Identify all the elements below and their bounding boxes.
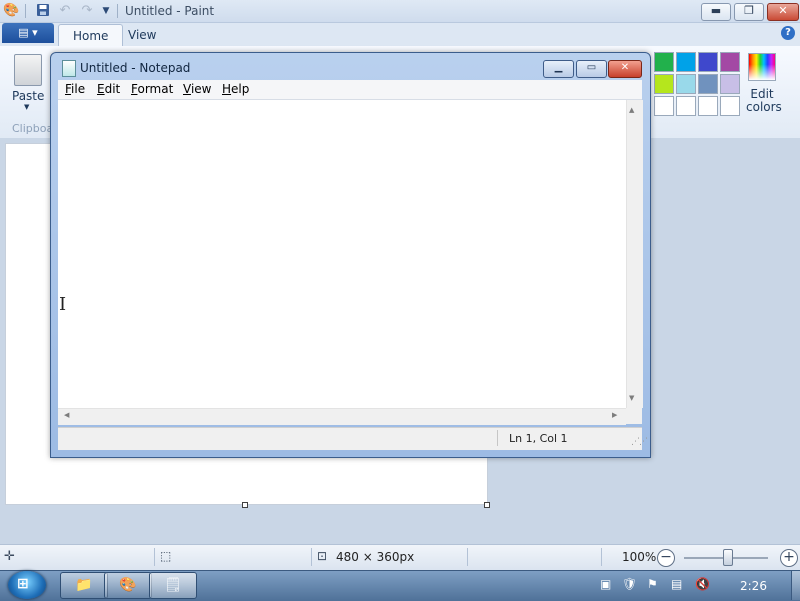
zoom-in-button[interactable]: + (780, 549, 798, 567)
image-size: 480 × 360px (336, 550, 415, 564)
selection-size-icon: ⬚ (160, 549, 172, 563)
divider (117, 4, 118, 18)
customize-quick-access-icon[interactable]: ▼ (98, 3, 114, 19)
help-icon[interactable]: ? (781, 26, 795, 40)
window-title: Untitled - Paint (125, 4, 215, 18)
security-icon[interactable]: 🛡 (622, 577, 637, 591)
paste-button[interactable]: Paste (12, 89, 44, 103)
tab-view[interactable]: View (114, 24, 170, 46)
menu-format[interactable]: Format (131, 82, 173, 96)
paint-app-icon[interactable]: 🎨 (3, 3, 19, 19)
menu-edit[interactable]: Edit (97, 82, 120, 96)
undo-icon[interactable]: ↶ (57, 3, 73, 19)
restore-button[interactable]: ❐ (734, 3, 764, 21)
notepad-close-button[interactable]: ✕ (608, 60, 642, 78)
zoom-slider-thumb[interactable] (723, 549, 733, 566)
resize-grip-icon[interactable]: ⋰⋰ (631, 437, 648, 447)
taskbar-notepad-button[interactable]: 🗒 (149, 572, 197, 599)
windows-logo-icon: ⊞ (17, 576, 29, 592)
clipboard-group-label: Clipboa (12, 122, 54, 135)
vertical-scrollbar[interactable] (626, 100, 643, 408)
divider (467, 548, 468, 566)
show-desktop-button[interactable] (791, 571, 800, 600)
color-swatch[interactable] (654, 74, 674, 94)
cursor-position-icon: ✛ (4, 549, 15, 564)
close-button[interactable]: ✕ (767, 3, 799, 21)
divider (311, 548, 312, 566)
scroll-up-icon[interactable]: ▲ (629, 106, 634, 114)
color-swatch[interactable] (654, 96, 674, 116)
notepad-title: Untitled - Notepad (80, 61, 191, 75)
scroll-right-icon[interactable]: ▶ (612, 411, 617, 419)
notepad-minimize-button[interactable]: ▁ (543, 60, 574, 78)
clock[interactable]: 2:26 (740, 579, 767, 593)
cursor-position: Ln 1, Col 1 (509, 432, 568, 445)
notepad-text-area[interactable] (58, 100, 626, 408)
redo-icon[interactable]: ↷ (79, 3, 95, 19)
color-swatch[interactable] (720, 74, 740, 94)
scroll-down-icon[interactable]: ▼ (629, 394, 634, 402)
edit-colors-button[interactable]: Edit colors (746, 88, 782, 114)
divider (154, 548, 155, 566)
save-icon[interactable] (35, 3, 51, 19)
color-swatch[interactable] (676, 74, 696, 94)
notepad-maximize-button[interactable]: ▭ (576, 60, 607, 78)
resize-handle-corner[interactable] (484, 502, 490, 508)
minimize-button[interactable]: ▬ (701, 3, 731, 21)
divider (601, 548, 602, 566)
color-swatch[interactable] (720, 52, 740, 72)
divider (497, 430, 498, 446)
taskbar-paint-button[interactable]: 🎨 (104, 572, 152, 599)
paint-titlebar[interactable] (0, 0, 800, 23)
paint-menu-button[interactable]: ▤ ▾ (2, 23, 54, 43)
horizontal-scrollbar[interactable] (58, 408, 626, 425)
menu-file[interactable]: File (65, 82, 85, 96)
color-swatch[interactable] (698, 74, 718, 94)
color-swatch[interactable] (676, 96, 696, 116)
paste-icon[interactable] (14, 54, 42, 86)
color-swatch[interactable] (698, 52, 718, 72)
text-cursor-icon: I (59, 294, 67, 315)
action-center-flag-icon[interactable]: ⚑ (647, 577, 658, 591)
resize-handle-bottom[interactable] (242, 502, 248, 508)
color-swatch[interactable] (720, 96, 740, 116)
image-size-icon: ⊡ (317, 549, 328, 563)
menu-view[interactable]: View (183, 82, 211, 96)
scroll-left-icon[interactable]: ◀ (64, 411, 69, 419)
menu-help[interactable]: Help (222, 82, 249, 96)
color-swatch[interactable] (654, 52, 674, 72)
notepad-icon[interactable] (62, 60, 76, 77)
color-swatch[interactable] (698, 96, 718, 116)
scrollbar-corner (626, 408, 642, 424)
divider (25, 4, 26, 18)
color-swatch[interactable] (676, 52, 696, 72)
tray-app-icon[interactable]: ▣ (600, 577, 611, 591)
zoom-out-button[interactable]: − (657, 549, 675, 567)
volume-muted-icon[interactable]: 🔇 (695, 577, 710, 591)
zoom-level: 100% (622, 550, 657, 564)
paste-dropdown-icon[interactable]: ▼ (24, 103, 29, 111)
edit-colors-icon[interactable] (748, 53, 776, 81)
network-icon[interactable]: ▤ (671, 577, 682, 591)
taskbar-explorer-button[interactable]: 📁 (60, 572, 108, 599)
